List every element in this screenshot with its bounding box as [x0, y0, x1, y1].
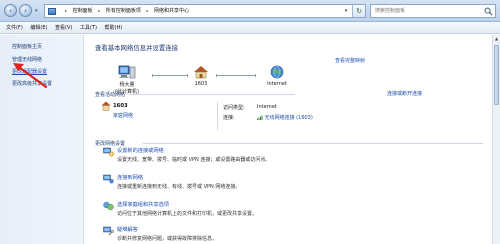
full-map-link[interactable]: 查看完整映射: [335, 57, 365, 64]
refresh-icon[interactable]: ↻: [352, 5, 365, 17]
back-button[interactable]: ‹: [4, 4, 17, 17]
homegroup-icon: [103, 201, 114, 211]
connection-label: 连接:: [223, 115, 235, 121]
task-title[interactable]: 疑难解答: [117, 226, 138, 233]
task-title[interactable]: 连接到网络: [117, 174, 143, 181]
task-description: 诊断并修复网络问题，或获得故障排除信息。: [117, 236, 218, 242]
wireless-connection-link[interactable]: 无线网络连接 (1603): [257, 114, 313, 121]
scroll-up-icon[interactable]: ▲: [493, 35, 500, 43]
scroll-thumb[interactable]: [494, 45, 499, 105]
forward-button[interactable]: ›: [19, 4, 32, 17]
search-placeholder: 搜索控制面板: [375, 8, 406, 14]
internet-globe-icon: [270, 65, 284, 79]
search-input[interactable]: 搜索控制面板: [370, 4, 496, 18]
vertical-scrollbar[interactable]: ▲: [492, 35, 500, 244]
connection-line: [152, 74, 188, 77]
access-type-label: 访问类型:: [223, 105, 245, 111]
network-type-link[interactable]: 家庭网络: [113, 112, 133, 119]
control-panel-icon: [48, 8, 56, 15]
new-connection-icon: [103, 147, 114, 157]
task-description: 连接或重新连接到无线、有线、拨号或 VPN 网络连接。: [117, 184, 241, 190]
menu-help[interactable]: 帮助(H): [105, 22, 123, 34]
node-computer-name: 杨大量: [119, 82, 135, 88]
menu-file[interactable]: 文件(F): [6, 22, 23, 34]
node-home-network[interactable]: 1603: [186, 65, 216, 87]
home-network-icon: [101, 101, 111, 111]
menu-view[interactable]: 查看(V): [55, 22, 72, 34]
connect-disconnect-link[interactable]: 连接或断开连接: [387, 90, 422, 97]
title-bar: ‹ › ▾ ▸ 控制面板 ▸ 所有控制面板项 ▸ 网络和共享中心 ▾ ↻ 搜索控…: [0, 0, 500, 22]
change-settings-heading: 更改网络设置: [95, 141, 126, 147]
active-networks-heading: 查看活动网络: [95, 92, 126, 98]
connect-network-icon: [103, 174, 114, 184]
wireless-connection-text: 无线网络连接 (1603): [264, 115, 313, 121]
main-panel: 查看基本网络信息并设置连接 查看完整映射 杨大量 (此计算机) 1603 Int…: [85, 35, 500, 244]
task-title[interactable]: 设置新的连接或网络: [117, 147, 164, 154]
network-name: 1603: [113, 103, 128, 109]
breadcrumb-all-items[interactable]: 所有控制面板项: [106, 8, 141, 14]
access-type-value: Internet: [257, 104, 277, 110]
node-home-name: 1603: [194, 81, 208, 87]
history-dropdown-icon[interactable]: ▾: [35, 8, 41, 14]
address-dropdown-icon[interactable]: ▾: [341, 5, 351, 17]
annotation-arrow-icon: [13, 63, 48, 89]
troubleshoot-icon: [103, 226, 114, 236]
node-internet[interactable]: Internet: [257, 65, 297, 87]
node-internet-name: Internet: [267, 81, 287, 87]
task-description: 设置无线、宽带、拨号、临时或 VPN 连接；或设置路由器或访问点。: [117, 157, 271, 163]
task-title[interactable]: 选择家庭组和共享选项: [117, 201, 169, 208]
page-title: 查看基本网络信息并设置连接: [95, 44, 179, 52]
section-divider: [130, 94, 295, 95]
wifi-signal-icon: [257, 115, 263, 120]
connection-line: [216, 74, 256, 77]
breadcrumb: ▸ 控制面板 ▸ 所有控制面板项 ▸ 网络和共享中心: [65, 8, 190, 14]
task-description: 访问位于其他网络计算机上的文件和打印机，或更改共享设置。: [117, 211, 258, 217]
search-icon[interactable]: [484, 7, 493, 16]
menu-edit[interactable]: 编辑(E): [30, 22, 47, 34]
address-bar[interactable]: ▸ 控制面板 ▸ 所有控制面板项 ▸ 网络和共享中心 ▾ ↻: [44, 4, 366, 18]
menu-bar: 文件(F) 编辑(E) 查看(V) 工具(T) 帮助(H): [0, 22, 500, 34]
breadcrumb-network-center[interactable]: 网络和共享中心: [154, 8, 189, 14]
vertical-divider: [217, 101, 218, 131]
section-divider: [143, 143, 483, 144]
computer-icon: [118, 65, 136, 79]
menu-tools[interactable]: 工具(T): [80, 22, 97, 34]
home-network-icon: [194, 66, 208, 79]
breadcrumb-control-panel[interactable]: 控制面板: [73, 8, 93, 14]
